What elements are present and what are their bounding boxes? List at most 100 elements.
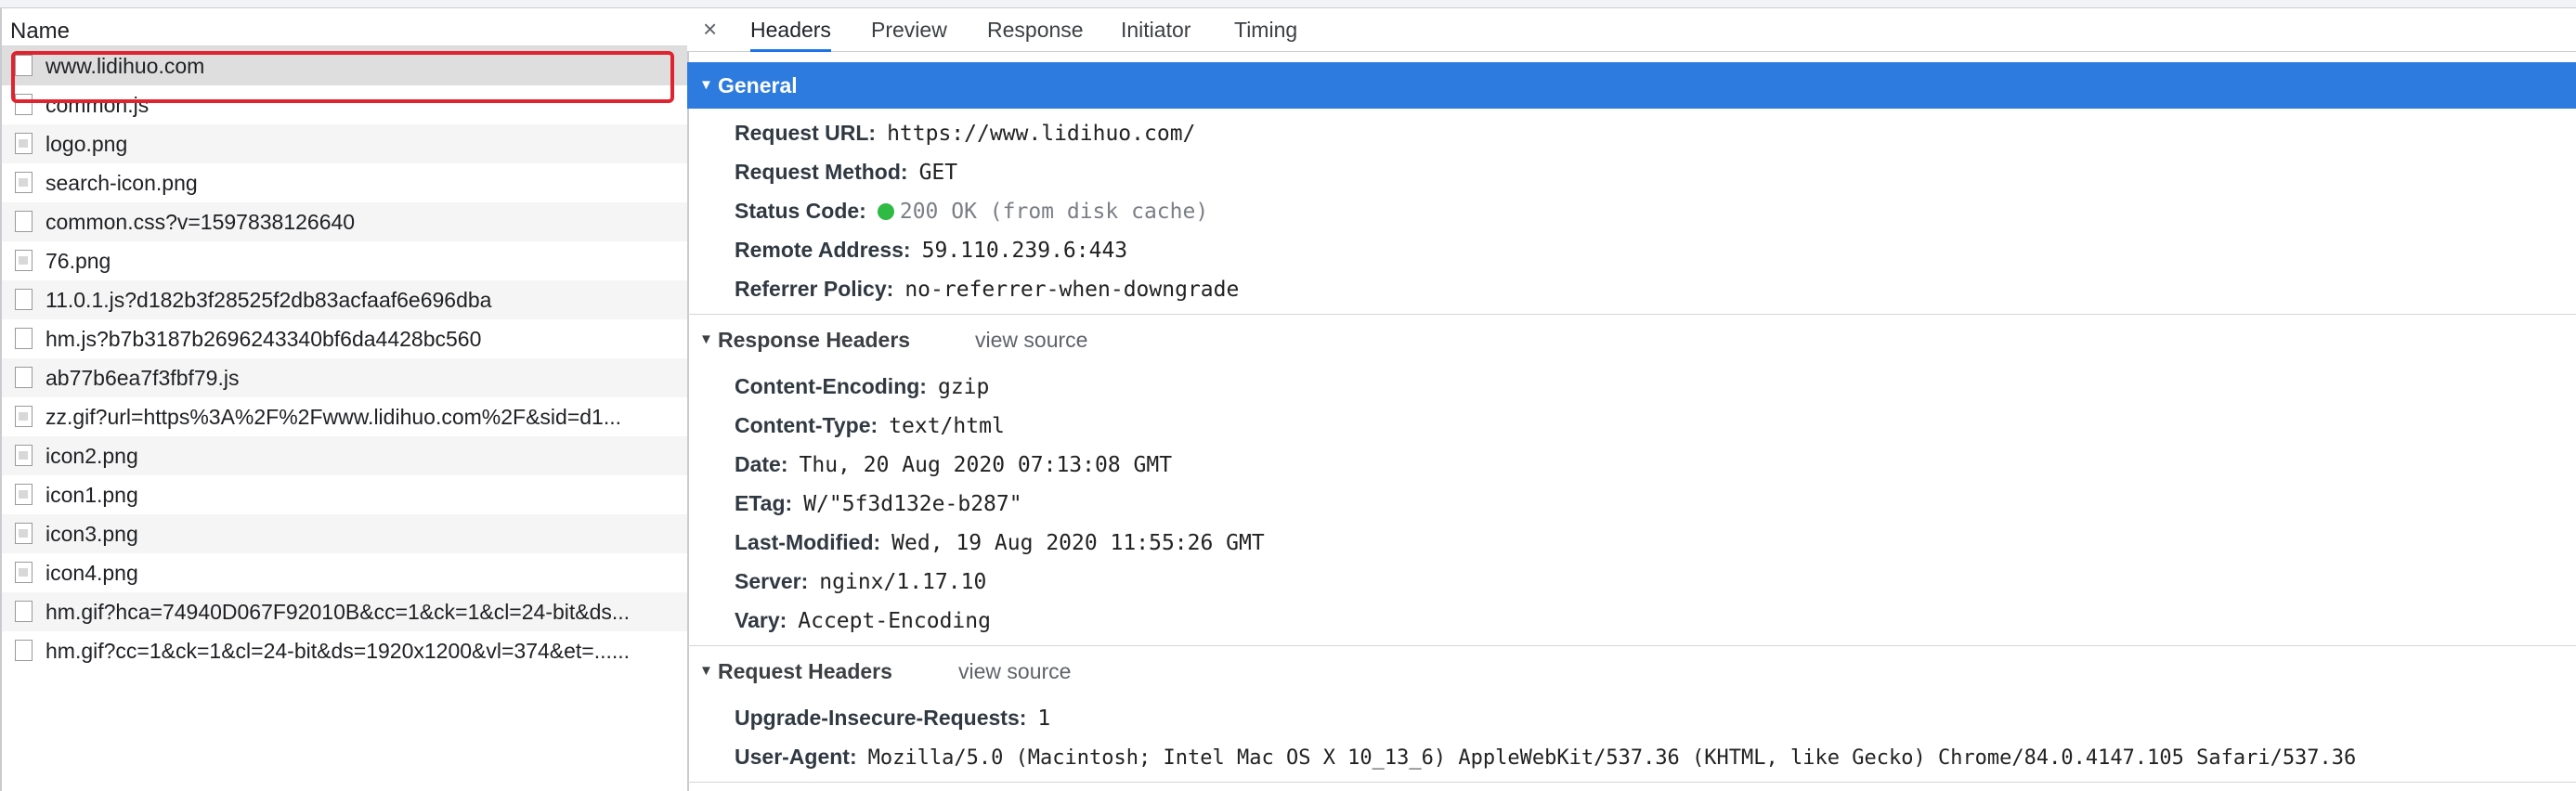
header-value: Wed, 19 Aug 2020 11:55:26 GMT: [891, 531, 1265, 555]
section-divider: [687, 645, 2576, 646]
request-name: search-icon.png: [46, 171, 198, 195]
view-source-link[interactable]: view source: [975, 317, 1087, 363]
request-list-panel: Name www.lidihuo.com common.js logo.png …: [0, 8, 689, 791]
header-key: Status Code:: [735, 199, 866, 223]
section-title: General: [718, 73, 798, 97]
request-row[interactable]: zz.gif?url=https%3A%2F%2Fwww.lidihuo.com…: [2, 397, 687, 436]
request-headers-section-header[interactable]: ▼ Request Headers view source: [687, 648, 2576, 694]
header-row: Last-Modified: Wed, 19 Aug 2020 11:55:26 …: [735, 523, 1265, 562]
header-key: Request Method:: [735, 160, 908, 184]
document-icon: [15, 367, 33, 388]
close-icon[interactable]: ×: [703, 12, 717, 45]
header-row: Status Code: 200 OK (from disk cache): [735, 191, 1208, 230]
tab-response[interactable]: Response: [987, 8, 1084, 51]
request-name: icon2.png: [46, 444, 138, 468]
image-icon: [15, 406, 33, 427]
header-row: Content-Type: text/html: [735, 406, 1005, 445]
general-section-header[interactable]: ▼ General: [687, 62, 2576, 109]
header-value: Thu, 20 Aug 2020 07:13:08 GMT: [799, 453, 1173, 477]
section-title: Request Headers: [718, 659, 892, 683]
header-key: Upgrade-Insecure-Requests:: [735, 706, 1027, 730]
request-row[interactable]: common.css?v=1597838126640: [2, 202, 687, 241]
tab-initiator[interactable]: Initiator: [1121, 8, 1190, 51]
header-row: Server: nginx/1.17.10: [735, 562, 986, 601]
request-name: icon3.png: [46, 522, 138, 546]
request-row[interactable]: icon2.png: [2, 436, 687, 475]
header-key: Date:: [735, 452, 788, 476]
header-row: Remote Address: 59.110.239.6:443: [735, 230, 1127, 269]
header-value: GET: [918, 161, 958, 185]
request-row[interactable]: icon3.png: [2, 514, 687, 553]
header-value: no-referrer-when-downgrade: [904, 278, 1240, 302]
header-key: Request URL:: [735, 121, 877, 145]
request-name: hm.gif?cc=1&ck=1&cl=24-bit&ds=1920x1200&…: [46, 639, 631, 663]
header-value: gzip: [937, 375, 990, 399]
request-name: 11.0.1.js?d182b3f28525f2db83acfaaf6e696d…: [46, 288, 492, 312]
document-icon: [15, 640, 33, 661]
response-headers-section-header[interactable]: ▼ Response Headers view source: [687, 317, 2576, 363]
tab-headers[interactable]: Headers: [750, 8, 831, 52]
request-row[interactable]: hm.gif?hca=74940D067F92010B&cc=1&ck=1&cl…: [2, 592, 687, 631]
header-key: Content-Type:: [735, 413, 878, 437]
document-icon: [15, 211, 33, 232]
tab-preview[interactable]: Preview: [871, 8, 947, 51]
document-icon: [15, 328, 33, 349]
name-column-header[interactable]: Name: [2, 8, 687, 46]
view-source-link[interactable]: view source: [958, 648, 1071, 694]
request-row[interactable]: search-icon.png: [2, 163, 687, 202]
request-row[interactable]: ab77b6ea7f3fbf79.js: [2, 358, 687, 397]
section-divider: [687, 314, 2576, 315]
header-value: text/html: [889, 414, 1005, 438]
header-key: Remote Address:: [735, 238, 911, 262]
header-value: nginx/1.17.10: [819, 570, 987, 594]
header-value: W/"5f3d132e-b287": [803, 492, 1022, 516]
image-icon: [15, 523, 33, 544]
request-row[interactable]: icon4.png: [2, 553, 687, 592]
header-value: Accept-Encoding: [798, 609, 991, 633]
triangle-down-icon: ▼: [699, 663, 713, 679]
detail-tab-bar: × Headers Preview Response Initiator Tim…: [687, 8, 2576, 52]
document-icon: [15, 601, 33, 622]
section-title: Response Headers: [718, 328, 911, 352]
request-name: common.css?v=1597838126640: [46, 210, 356, 234]
image-icon: [15, 445, 33, 466]
header-row: Content-Encoding: gzip: [735, 367, 989, 406]
triangle-down-icon: ▼: [699, 77, 713, 93]
request-name: ab77b6ea7f3fbf79.js: [46, 366, 240, 390]
request-name: hm.gif?hca=74940D067F92010B&cc=1&ck=1&cl…: [46, 600, 631, 624]
selection-highlight-outline: [11, 51, 674, 103]
request-name: hm.js?b7b3187b2696243340bf6da4428bc560: [46, 327, 482, 351]
document-icon: [15, 289, 33, 310]
request-row[interactable]: icon1.png: [2, 475, 687, 514]
header-key: User-Agent:: [735, 745, 857, 769]
header-row: Vary: Accept-Encoding: [735, 601, 991, 640]
request-name: 76.png: [46, 249, 111, 273]
header-value: 59.110.239.6:443: [921, 239, 1128, 263]
request-name: logo.png: [46, 132, 128, 156]
header-value: https://www.lidihuo.com/: [887, 122, 1196, 146]
header-key: Vary:: [735, 608, 787, 632]
header-key: Referrer Policy:: [735, 277, 894, 301]
header-key: Content-Encoding:: [735, 374, 927, 398]
header-value: 200 OK (from disk cache): [899, 200, 1209, 224]
image-icon: [15, 172, 33, 193]
tab-timing[interactable]: Timing: [1234, 8, 1297, 51]
request-row[interactable]: hm.gif?cc=1&ck=1&cl=24-bit&ds=1920x1200&…: [2, 631, 687, 670]
image-icon: [15, 562, 33, 583]
header-row: Upgrade-Insecure-Requests: 1: [735, 698, 1050, 737]
header-row: ETag: W/"5f3d132e-b287": [735, 484, 1022, 523]
header-key: Last-Modified:: [735, 530, 881, 554]
status-ok-icon: [877, 203, 894, 220]
image-icon: [15, 133, 33, 154]
request-row[interactable]: logo.png: [2, 124, 687, 163]
request-row[interactable]: 11.0.1.js?d182b3f28525f2db83acfaaf6e696d…: [2, 280, 687, 319]
request-row[interactable]: hm.js?b7b3187b2696243340bf6da4428bc560: [2, 319, 687, 358]
header-row: Request URL: https://www.lidihuo.com/: [735, 113, 1195, 152]
triangle-down-icon: ▼: [699, 331, 713, 347]
section-divider: [687, 782, 2576, 783]
header-row: Date: Thu, 20 Aug 2020 07:13:08 GMT: [735, 445, 1172, 484]
request-name: icon1.png: [46, 483, 138, 507]
devtools-top-strip: [0, 0, 2576, 8]
request-row[interactable]: 76.png: [2, 241, 687, 280]
headers-detail-panel: × Headers Preview Response Initiator Tim…: [687, 8, 2576, 791]
